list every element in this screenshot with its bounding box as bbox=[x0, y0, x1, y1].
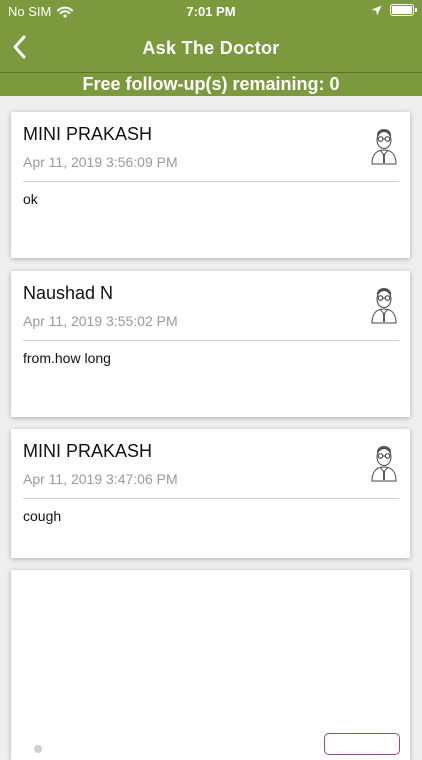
status-time: 7:01 PM bbox=[186, 4, 236, 19]
doctor-avatar-icon bbox=[371, 446, 397, 482]
message-text: ok bbox=[23, 191, 38, 207]
message-card[interactable]: MINI PRAKASH Apr 11, 2019 3:47:06 PM cou… bbox=[11, 429, 410, 558]
message-card[interactable]: Naushad N Apr 11, 2019 3:55:02 PM from.h… bbox=[11, 271, 410, 417]
sender-name: MINI PRAKASH bbox=[23, 441, 153, 461]
message-date: Apr 11, 2019 3:56:09 PM bbox=[23, 154, 178, 170]
battery-icon bbox=[390, 4, 417, 16]
status-bar: No SIM 7:01 PM bbox=[0, 0, 422, 24]
message-date: Apr 11, 2019 3:55:02 PM bbox=[23, 313, 178, 329]
doctor-avatar-icon bbox=[371, 129, 397, 165]
location-arrow-icon bbox=[371, 5, 382, 15]
card-divider bbox=[23, 498, 399, 499]
reply-button[interactable] bbox=[324, 733, 400, 755]
message-card[interactable]: MINI PRAKASH Apr 11, 2019 3:56:09 PM ok bbox=[11, 112, 410, 258]
status-right bbox=[371, 4, 417, 16]
message-text: from.how long bbox=[23, 350, 111, 366]
reply-indicator bbox=[34, 745, 42, 753]
back-chevron-icon bbox=[13, 35, 26, 59]
sender-name: Naushad N bbox=[23, 283, 114, 303]
doctor-avatar-icon bbox=[371, 288, 397, 324]
followup-banner: Free follow-up(s) remaining: 0 bbox=[0, 73, 422, 96]
reply-card[interactable] bbox=[11, 570, 410, 760]
card-divider bbox=[23, 181, 399, 182]
navigation-bar: Ask The Doctor bbox=[0, 24, 422, 72]
page-title: Ask The Doctor bbox=[142, 38, 280, 58]
sender-name: MINI PRAKASH bbox=[23, 124, 153, 144]
card-divider bbox=[23, 340, 399, 341]
back-button[interactable] bbox=[6, 32, 36, 62]
message-date: Apr 11, 2019 3:47:06 PM bbox=[23, 471, 178, 487]
message-text: cough bbox=[23, 508, 62, 524]
